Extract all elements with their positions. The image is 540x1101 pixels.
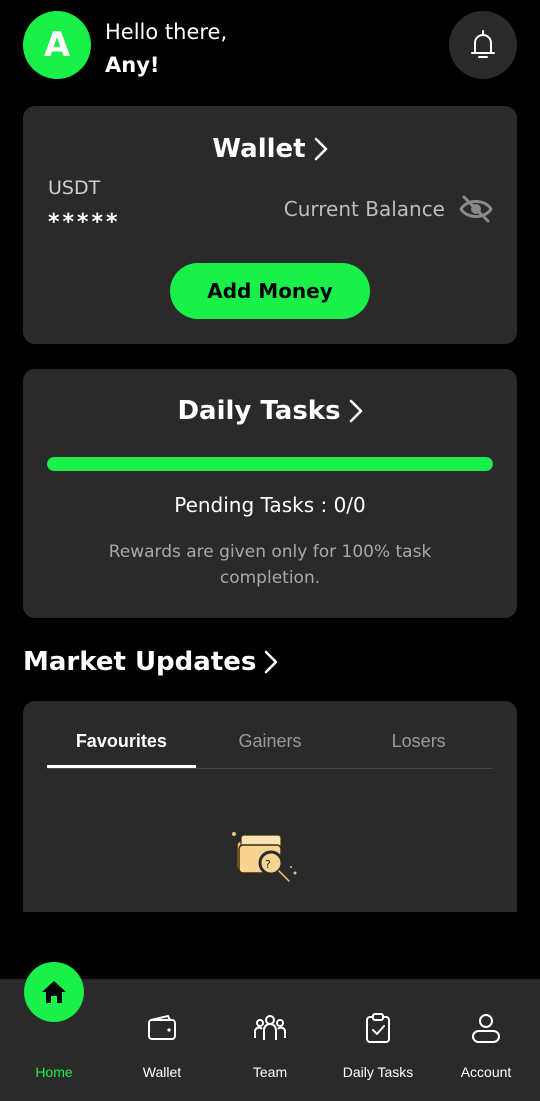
tab-losers[interactable]: Losers — [344, 723, 493, 768]
avatar-letter: A — [43, 25, 71, 65]
tasks-progress-fill — [47, 457, 493, 471]
nav-daily-tasks[interactable]: Daily Tasks — [324, 979, 432, 1101]
empty-search-folder-icon: ? — [232, 832, 298, 890]
notification-button[interactable] — [449, 11, 517, 79]
user-name: Any! — [105, 53, 160, 77]
tasks-progress-bar — [47, 457, 493, 471]
team-icon — [254, 1015, 286, 1040]
user-icon — [472, 1014, 500, 1043]
nav-account-label: Account — [460, 1064, 512, 1080]
greeting-text: Hello there, — [105, 20, 228, 44]
currency-label: USDT — [48, 177, 101, 199]
chevron-right-icon — [265, 650, 278, 674]
rewards-note: Rewards are given only for 100% task com… — [108, 542, 432, 588]
header: A Hello there, Any! — [23, 11, 517, 81]
wallet-title: Wallet — [212, 134, 306, 164]
chevron-right-icon — [314, 137, 327, 161]
daily-tasks-title-link[interactable]: Daily Tasks — [23, 396, 517, 426]
avatar[interactable]: A — [23, 11, 91, 79]
clipboard-check-icon — [366, 1013, 390, 1043]
nav-team[interactable]: Team — [216, 979, 324, 1101]
chevron-right-icon — [349, 399, 362, 423]
home-icon — [42, 981, 66, 1003]
daily-tasks-title: Daily Tasks — [177, 396, 341, 426]
greeting: Hello there, Any! — [105, 16, 227, 82]
wallet-icon — [148, 1014, 176, 1040]
pending-tasks: Pending Tasks : 0/0 — [174, 493, 366, 517]
nav-wallet-label: Wallet — [142, 1064, 182, 1080]
eye-off-icon[interactable] — [459, 195, 493, 223]
market-tabs: Favourites Gainers Losers — [47, 723, 493, 769]
svg-text:?: ? — [265, 858, 271, 871]
daily-tasks-card: Daily Tasks Pending Tasks : 0/0 Rewards … — [23, 369, 517, 618]
nav-team-label: Team — [252, 1064, 288, 1080]
add-money-button[interactable]: Add Money — [170, 263, 370, 319]
tab-gainers[interactable]: Gainers — [196, 723, 345, 768]
nav-daily-tasks-label: Daily Tasks — [342, 1064, 414, 1080]
bell-icon — [471, 30, 495, 58]
tab-favourites[interactable]: Favourites — [47, 723, 196, 768]
nav-wallet[interactable]: Wallet — [108, 979, 216, 1101]
balance-visibility: Current Balance — [284, 195, 493, 223]
home-fab-button[interactable] — [24, 962, 84, 1022]
wallet-title-link[interactable]: Wallet — [23, 134, 517, 164]
nav-account[interactable]: Account — [432, 979, 540, 1101]
nav-home-label: Home — [35, 1064, 73, 1080]
market-updates-title: Market Updates — [23, 647, 257, 677]
market-card: Favourites Gainers Losers ? — [23, 701, 517, 912]
balance-label: Current Balance — [283, 197, 445, 221]
wallet-card: Wallet USDT ***** Current Balance Add Mo… — [23, 106, 517, 344]
market-updates-title-link[interactable]: Market Updates — [23, 647, 278, 677]
masked-balance: ***** — [48, 210, 121, 235]
